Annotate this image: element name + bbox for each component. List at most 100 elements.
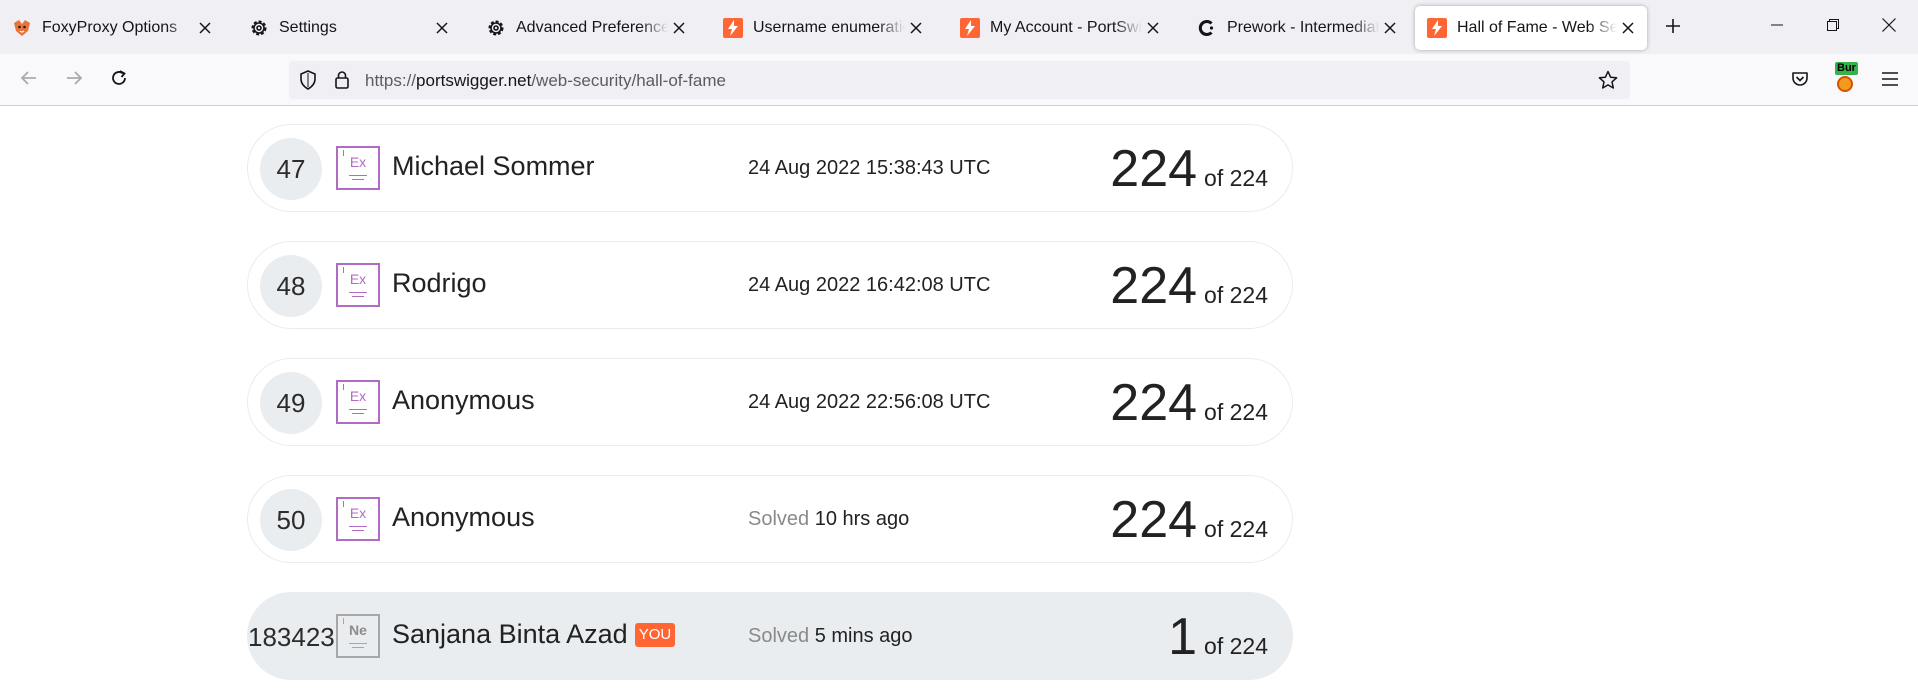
portswigger-icon <box>723 18 743 38</box>
reload-button[interactable] <box>102 63 136 97</box>
completion-time: 24 Aug 2022 15:38:43 UTC <box>748 157 990 180</box>
completion-time-value: 10 hrs ago <box>814 508 910 530</box>
close-icon[interactable] <box>1379 17 1401 39</box>
pocket-icon <box>1791 70 1809 93</box>
completion-time-value: 24 Aug 2022 16:42:08 UTC <box>748 274 991 296</box>
rank-badge: 49 <box>260 372 322 434</box>
forward-arrow-icon <box>65 69 83 92</box>
leaderboard-row: 48 Ex Rodrigo 24 Aug 2022 16:42:08 UTC 2… <box>247 241 1293 329</box>
hall-of-fame-list: 47 Ex Michael Sommer 24 Aug 2022 15:38:4… <box>0 107 1918 699</box>
close-icon[interactable] <box>668 17 690 39</box>
close-icon[interactable] <box>431 17 453 39</box>
level-badge: Ex <box>336 263 380 307</box>
window-close-button[interactable] <box>1866 8 1912 46</box>
burp-badge: Bur <box>1835 62 1858 75</box>
lock-icon[interactable] <box>330 68 354 92</box>
user-name: Rodrigo <box>392 268 487 298</box>
minimize-icon <box>1771 18 1783 36</box>
url-path: /web-security/hall-of-fame <box>531 71 726 90</box>
tracking-protection-shield-icon[interactable] <box>296 68 320 92</box>
rank-badge: 47 <box>260 138 322 200</box>
tab-title: Settings <box>279 19 337 36</box>
user-name: Anonymous <box>392 385 535 415</box>
codepath-icon <box>1197 18 1217 38</box>
close-icon[interactable] <box>194 17 216 39</box>
tab-title: Hall of Fame - Web Secu <box>1457 19 1617 36</box>
solved-label: Solved <box>748 625 810 647</box>
foxyproxy-icon <box>12 18 32 38</box>
user-name: Sanjana Binta Azad <box>392 619 628 649</box>
tab-title: My Account - PortSwigge <box>990 19 1142 36</box>
user-name-wrapper: Sanjana Binta Azad YOU <box>392 619 676 650</box>
bookmark-star-icon[interactable] <box>1596 68 1620 92</box>
close-icon[interactable] <box>1142 17 1164 39</box>
labs-total: of 224 <box>1204 282 1268 308</box>
navigation-toolbar: https://portswigger.net/web-security/hal… <box>0 54 1918 106</box>
level-code: Ne <box>349 622 367 638</box>
burp-icon <box>1837 76 1853 92</box>
tab-strip: FoxyProxy Options Settings Advanced Pref… <box>0 0 1918 54</box>
tab-title: Advanced Preferences <box>516 19 668 36</box>
tab-username-enumeration[interactable]: Username enumeration v <box>711 6 935 50</box>
score: 224 of 224 <box>1110 492 1268 548</box>
leaderboard-row: 50 Ex Anonymous Solved 10 hrs ago 224 of … <box>247 475 1293 563</box>
tab-hall-of-fame[interactable]: Hall of Fame - Web Secu <box>1415 6 1647 50</box>
address-bar[interactable]: https://portswigger.net/web-security/hal… <box>289 61 1630 99</box>
app-menu-button[interactable] <box>1876 67 1904 95</box>
tab-my-account[interactable]: My Account - PortSwigge <box>948 6 1172 50</box>
tab-settings[interactable]: Settings <box>237 6 461 50</box>
completion-time-value: 24 Aug 2022 15:38:43 UTC <box>748 157 991 179</box>
forward-button[interactable] <box>57 63 91 97</box>
labs-total: of 224 <box>1204 516 1268 542</box>
completion-time: Solved 5 mins ago <box>748 625 913 648</box>
minimize-button[interactable] <box>1754 8 1800 46</box>
level-badge: Ex <box>336 380 380 424</box>
score: 224 of 224 <box>1110 141 1268 197</box>
tab-title: Username enumeration v <box>753 19 905 36</box>
level-code: Ex <box>349 388 367 404</box>
tab-advanced-preferences[interactable]: Advanced Preferences <box>474 6 698 50</box>
close-icon[interactable] <box>1617 17 1639 39</box>
leaderboard-row: 49 Ex Anonymous 24 Aug 2022 22:56:08 UTC… <box>247 358 1293 446</box>
back-button[interactable] <box>12 63 46 97</box>
level-badge: Ex <box>336 497 380 541</box>
you-badge: YOU <box>634 622 676 647</box>
labs-solved: 224 <box>1110 140 1198 198</box>
completion-time: Solved 10 hrs ago <box>748 508 909 531</box>
hamburger-menu-icon <box>1881 71 1899 92</box>
level-code: Ex <box>349 505 367 521</box>
score: 224 of 224 <box>1110 258 1268 314</box>
completion-time: 24 Aug 2022 22:56:08 UTC <box>748 391 990 414</box>
new-tab-button[interactable] <box>1658 13 1688 43</box>
restore-icon <box>1827 18 1839 36</box>
solved-label: Solved <box>748 508 810 530</box>
tab-foxyproxy-options[interactable]: FoxyProxy Options <box>0 6 224 50</box>
tab-prework[interactable]: Prework - Intermediate C <box>1185 6 1409 50</box>
current-user-row: 183423 Ne Sanjana Binta Azad YOU Solved 5… <box>247 592 1293 680</box>
plus-icon <box>1665 18 1681 39</box>
restore-button[interactable] <box>1810 8 1856 46</box>
url-text[interactable]: https://portswigger.net/web-security/hal… <box>365 71 726 91</box>
labs-total: of 224 <box>1204 399 1268 425</box>
level-code: Ex <box>349 154 367 170</box>
labs-solved: 1 <box>1168 608 1198 666</box>
burp-extension-button[interactable]: Bur <box>1832 62 1862 98</box>
tab-title: FoxyProxy Options <box>42 19 178 36</box>
user-name: Anonymous <box>392 502 535 532</box>
labs-total: of 224 <box>1204 165 1268 191</box>
labs-total: of 224 <box>1204 633 1268 659</box>
labs-solved: 224 <box>1110 374 1198 432</box>
labs-solved: 224 <box>1110 491 1198 549</box>
close-icon[interactable] <box>905 17 927 39</box>
rank-badge: 183423 <box>248 621 335 652</box>
user-name: Michael Sommer <box>392 151 595 181</box>
level-badge: Ex <box>336 146 380 190</box>
pocket-button[interactable] <box>1786 67 1814 95</box>
completion-time-value: 5 mins ago <box>814 625 913 647</box>
completion-time-value: 24 Aug 2022 22:56:08 UTC <box>748 391 991 413</box>
tab-title: Prework - Intermediate C <box>1227 19 1379 36</box>
leaderboard-row: 47 Ex Michael Sommer 24 Aug 2022 15:38:4… <box>247 124 1293 212</box>
back-arrow-icon <box>20 69 38 92</box>
portswigger-icon <box>1427 18 1447 38</box>
rank-badge: 50 <box>260 489 322 551</box>
